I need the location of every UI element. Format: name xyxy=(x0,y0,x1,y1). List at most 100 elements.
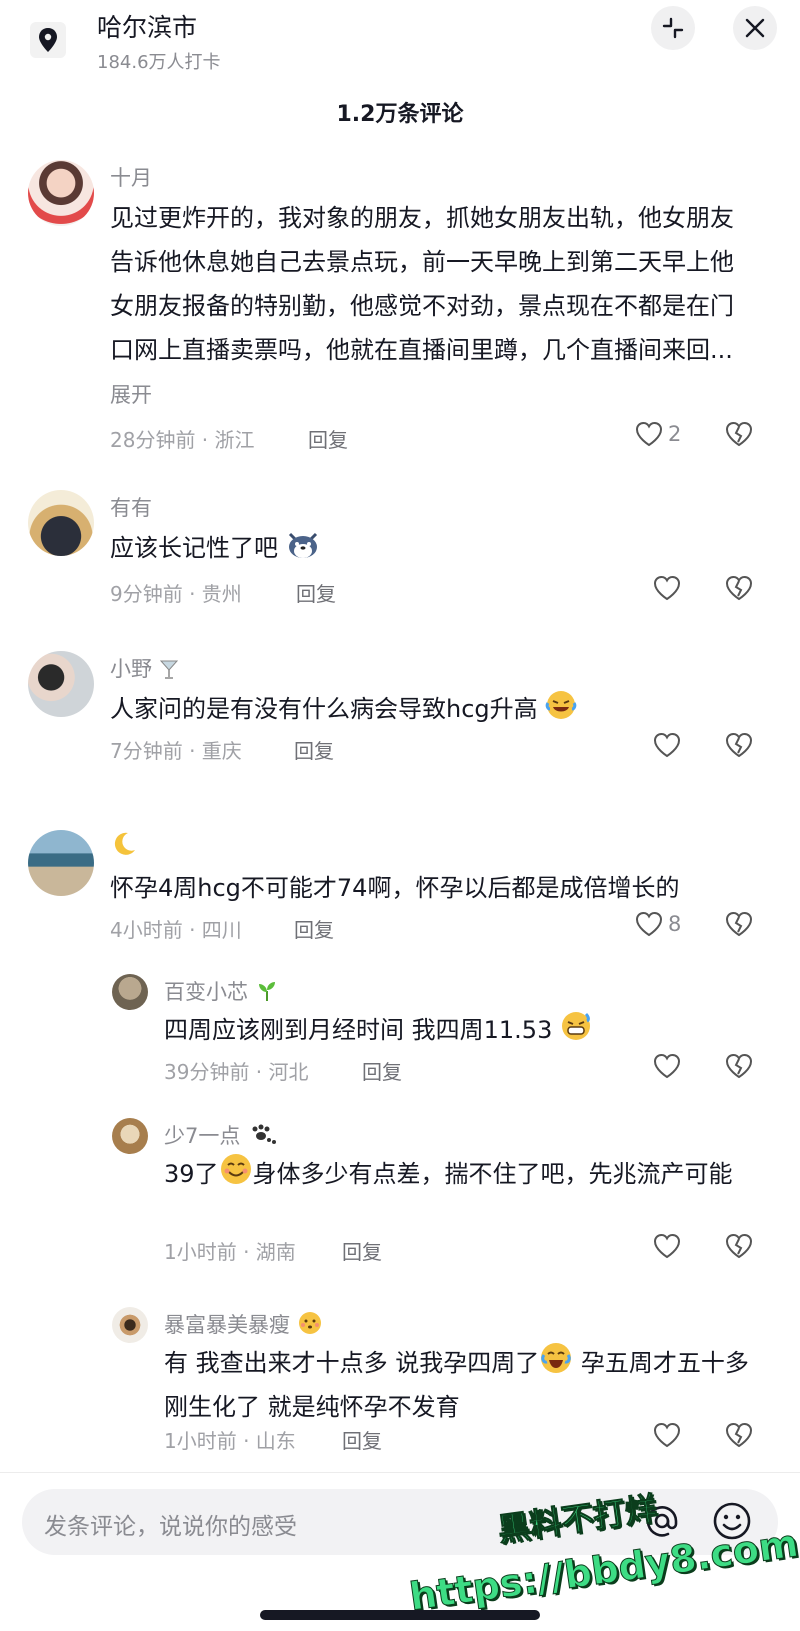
comment-text: 人家问的是有没有什么病会导致hcg升高 xyxy=(110,687,770,731)
reply-button[interactable]: 回复 xyxy=(342,1425,382,1454)
reply-button[interactable]: 回复 xyxy=(294,735,334,764)
collapse-button[interactable] xyxy=(651,6,695,50)
reply-text: 有 我查出来才十点多 说我孕四周了 孕五周才五十多 刚生化了 就是纯怀孕不发育 xyxy=(164,1341,764,1429)
heart-icon xyxy=(653,575,681,601)
laughing-emoji-icon xyxy=(545,691,577,719)
avatar[interactable] xyxy=(112,1118,148,1154)
reply-button[interactable]: 回复 xyxy=(362,1056,402,1085)
dislike-button[interactable] xyxy=(724,574,754,606)
avatar[interactable] xyxy=(112,974,148,1010)
comment-text: 怀孕4周hcg不可能才74啊，怀孕以后都是成倍增长的 xyxy=(110,874,680,902)
reply-meta: 39分钟前 · 河北 xyxy=(164,1060,309,1084)
like-button[interactable] xyxy=(652,574,686,602)
comment-username[interactable] xyxy=(110,830,138,859)
crying-laughing-emoji-icon xyxy=(541,1343,572,1373)
reply-text: 四周应该刚到月经时间 我四周11.53 xyxy=(164,1008,764,1052)
reply-username-text: 少7一点 xyxy=(164,1124,241,1148)
reply-item: 百变小芯 四周应该刚到月经时间 我四周11.53 39分钟前 · 河北 回复 xyxy=(0,972,800,1100)
location-title[interactable]: 哈尔滨市 xyxy=(97,8,197,44)
reply-item: 暴富暴美暴瘦 有 我查出来才十点多 说我孕四周了 孕五周才五十多 刚生化了 就是… xyxy=(0,1305,800,1475)
reply-button[interactable]: 回复 xyxy=(294,914,334,943)
reply-text-part1: 39了 xyxy=(164,1160,219,1188)
avatar[interactable] xyxy=(112,1307,148,1343)
grinning-sweat-emoji-icon xyxy=(561,1012,590,1040)
comment-username[interactable]: 小野 xyxy=(110,653,179,683)
dislike-button[interactable] xyxy=(724,1421,754,1453)
comment-meta: 4小时前 · 四川 xyxy=(110,918,242,942)
divider xyxy=(0,1472,800,1473)
comment-count-title: 1.2万条评论 xyxy=(336,102,464,127)
husky-emoji-icon xyxy=(288,532,317,558)
broken-heart-icon xyxy=(725,911,753,937)
comment-text-content: 人家问的是有没有什么病会导致hcg升高 xyxy=(110,695,538,723)
heart-icon xyxy=(653,1053,681,1079)
reply-text-content: 四周应该刚到月经时间 我四周11.53 xyxy=(164,1016,553,1044)
reply-username-text: 百变小芯 xyxy=(164,980,248,1004)
comment-item: 十月 见过更炸开的，我对象的朋友，抓她女朋友出轨，他女朋友告诉他休息她自己去景点… xyxy=(0,158,800,468)
like-button[interactable]: 8 xyxy=(634,910,681,938)
dislike-button[interactable] xyxy=(724,731,754,763)
map-pin-icon xyxy=(30,22,66,58)
comment-text-content: 见过更炸开的，我对象的朋友，抓她女朋友出轨，他女朋友告诉他休息她自己去景点玩，前… xyxy=(110,204,734,364)
comment-meta: 7分钟前 · 重庆 xyxy=(110,739,242,763)
reply-username[interactable]: 百变小芯 xyxy=(164,976,279,1006)
comment-text: 见过更炸开的，我对象的朋友，抓她女朋友出轨，他女朋友告诉他休息她自己去景点玩，前… xyxy=(110,196,740,417)
avatar[interactable] xyxy=(28,651,94,717)
expand-link[interactable]: 展开 xyxy=(110,383,152,407)
broken-heart-icon xyxy=(725,1233,753,1259)
heart-icon xyxy=(653,732,681,758)
avatar[interactable] xyxy=(28,830,94,896)
crescent-moon-icon xyxy=(114,832,135,855)
reply-item: 少7一点 39了 身体多少有点差，揣不住了吧，先兆流产可能 1小时前 · 湖南 回… xyxy=(0,1116,800,1286)
cocktail-emoji-icon xyxy=(159,660,178,679)
comment-meta: 28分钟前 · 浙江 xyxy=(110,428,255,452)
seedling-emoji-icon xyxy=(258,982,275,1001)
like-button[interactable] xyxy=(652,1232,682,1260)
dislike-button[interactable] xyxy=(724,1052,754,1084)
reply-button[interactable]: 回复 xyxy=(342,1236,382,1265)
reply-text: 39了 身体多少有点差，揣不住了吧，先兆流产可能 xyxy=(164,1152,764,1196)
dislike-button[interactable] xyxy=(724,1232,754,1264)
reply-button[interactable]: 回复 xyxy=(296,578,336,607)
comment-item: 小野 人家问的是有没有什么病会导致hcg升高 7分钟前 · 重庆 回复 xyxy=(0,649,800,779)
close-icon xyxy=(745,18,765,38)
heart-icon xyxy=(653,1422,681,1448)
home-indicator[interactable] xyxy=(260,1610,540,1620)
like-button[interactable]: 2 xyxy=(634,420,681,448)
comment-item: 怀孕4周hcg不可能才74啊，怀孕以后都是成倍增长的 4小时前 · 四川 回复 … xyxy=(0,828,800,958)
dislike-button[interactable] xyxy=(724,420,754,452)
avatar[interactable] xyxy=(28,160,94,226)
comment-text-content: 应该长记性了吧 xyxy=(110,534,278,562)
comment-username[interactable]: 有有 xyxy=(110,492,152,522)
broken-heart-icon xyxy=(725,575,753,601)
reply-username-text: 暴富暴美暴瘦 xyxy=(164,1313,290,1337)
reply-username[interactable]: 少7一点 xyxy=(164,1120,277,1150)
avatar[interactable] xyxy=(28,490,94,556)
paw-prints-icon xyxy=(252,1124,277,1144)
broken-heart-icon xyxy=(725,1053,753,1079)
broken-heart-icon xyxy=(725,732,753,758)
comment-text: 应该长记性了吧 xyxy=(110,526,740,570)
location-header: 哈尔滨市 184.6万人打卡 xyxy=(0,0,800,90)
reply-button[interactable]: 回复 xyxy=(308,424,348,453)
heart-icon xyxy=(635,911,663,937)
close-button[interactable] xyxy=(733,6,777,50)
heart-icon xyxy=(653,1233,681,1259)
like-button[interactable] xyxy=(652,1421,682,1449)
broken-heart-icon xyxy=(725,421,753,447)
reply-text-part1: 有 我查出来才十点多 说我孕四周了 xyxy=(164,1349,540,1377)
comment-meta: 9分钟前 · 贵州 xyxy=(110,582,242,606)
comment-username[interactable]: 十月 xyxy=(110,162,152,192)
reply-username[interactable]: 暴富暴美暴瘦 xyxy=(164,1309,323,1339)
comment-item: 有有 应该长记性了吧 9分钟前 · 贵州 回复 xyxy=(0,488,800,618)
dislike-button[interactable] xyxy=(724,910,754,942)
shy-face-emoji-icon xyxy=(298,1312,321,1334)
like-button[interactable] xyxy=(652,1052,682,1080)
like-count: 2 xyxy=(668,422,682,446)
like-count: 8 xyxy=(668,912,682,936)
reply-meta: 1小时前 · 湖南 xyxy=(164,1240,296,1264)
smiling-emoji-icon xyxy=(220,1154,251,1184)
like-button[interactable] xyxy=(652,731,686,759)
heart-icon xyxy=(635,421,663,447)
reply-text-part2: 身体多少有点差，揣不住了吧，先兆流产可能 xyxy=(252,1160,733,1188)
